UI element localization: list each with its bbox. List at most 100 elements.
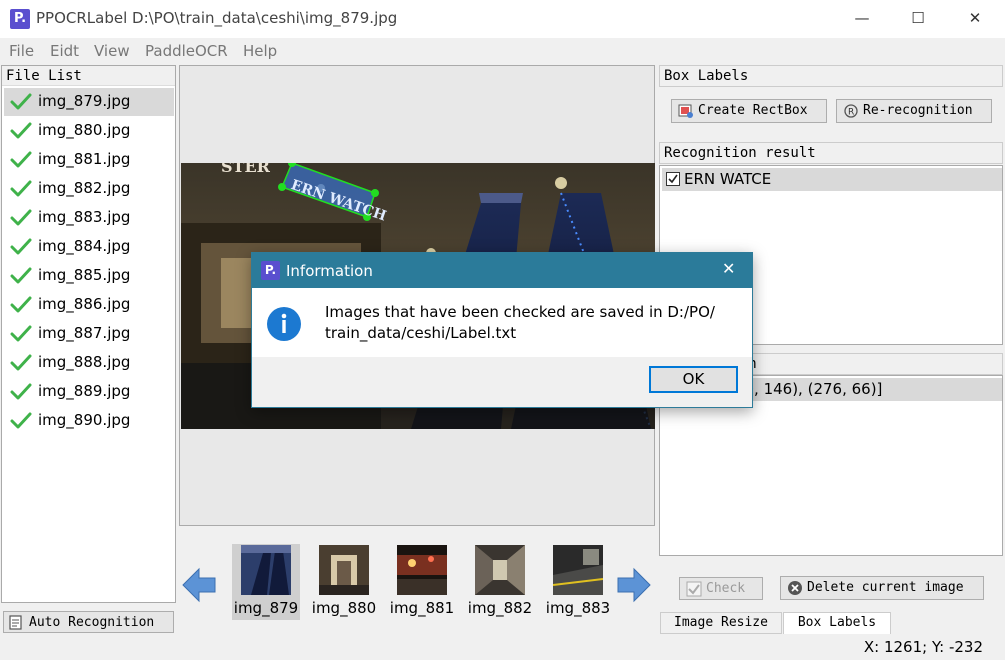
checkbox-checked-icon[interactable] [666, 172, 680, 186]
checkmark-icon [10, 354, 32, 371]
thumbnail-img-883[interactable]: img_883 [544, 544, 612, 620]
previous-arrow-icon[interactable] [181, 567, 217, 603]
recognition-text: ERN WATCE [684, 170, 772, 188]
file-list-item[interactable]: img_882.jpg [4, 175, 174, 203]
checkmark-icon [10, 383, 32, 400]
thumbnail-image [553, 545, 603, 595]
file-name: img_886.jpg [38, 295, 131, 313]
file-name: img_885.jpg [38, 266, 131, 284]
file-list-item[interactable]: img_890.jpg [4, 407, 174, 435]
menu-bar: File Eidt View PaddleOCR Help [0, 38, 1005, 64]
file-list-item[interactable]: img_883.jpg [4, 204, 174, 232]
thumbnail-img-879[interactable]: img_879 [232, 544, 300, 620]
checkmark-icon [10, 93, 32, 110]
checkmark-icon [10, 267, 32, 284]
window-title: PPOCRLabel D:\PO\train_data\ceshi\img_87… [36, 9, 398, 27]
menu-view[interactable]: View [94, 42, 130, 60]
auto-recognition-button[interactable]: Auto Recognition [3, 611, 174, 633]
cursor-position: X: 1261; Y: -232 [863, 638, 983, 656]
tab-image-resize[interactable]: Image Resize [660, 612, 782, 634]
list-item[interactable]: ERN WATCE [662, 168, 1002, 191]
next-arrow-icon[interactable] [616, 567, 652, 603]
menu-help[interactable]: Help [243, 42, 277, 60]
dialog-message-line-1: Images that have been checked are saved … [325, 303, 715, 321]
info-icon [267, 307, 301, 341]
thumbnail-label: img_883 [545, 599, 611, 617]
thumbnail-label: img_882 [467, 599, 533, 617]
thumbnail-image [241, 545, 291, 595]
information-dialog: P. Information ✕ Images that have been c… [251, 252, 753, 408]
file-name: img_879.jpg [38, 92, 131, 110]
maximize-icon[interactable]: ☐ [898, 4, 938, 32]
re-recognition-button[interactable]: R Re-recognition [836, 99, 992, 123]
ok-button[interactable]: OK [649, 366, 738, 393]
check-label: Check [706, 581, 746, 596]
file-list-item[interactable]: img_879.jpg [4, 88, 174, 116]
status-bar: X: 1261; Y: -232 [0, 636, 1005, 660]
create-rectbox-label: Create RectBox [698, 103, 808, 118]
dialog-message: Images that have been checked are saved … [325, 302, 735, 344]
check-icon [686, 581, 702, 597]
file-list-item[interactable]: img_884.jpg [4, 233, 174, 261]
tab-box-labels[interactable]: Box Labels [783, 612, 891, 634]
file-list-header: File List [2, 66, 175, 86]
file-name: img_888.jpg [38, 353, 131, 371]
thumbnail-label: img_881 [389, 599, 455, 617]
file-list-item[interactable]: img_880.jpg [4, 117, 174, 145]
file-name: img_884.jpg [38, 237, 131, 255]
check-button[interactable]: Check [679, 577, 763, 600]
dialog-title: Information [286, 262, 373, 280]
checkmark-icon [10, 180, 32, 197]
create-rectbox-icon [678, 104, 693, 118]
file-name: img_882.jpg [38, 179, 131, 197]
checkmark-icon [10, 151, 32, 168]
file-list-item[interactable]: img_888.jpg [4, 349, 174, 377]
menu-file[interactable]: File [9, 42, 34, 60]
box-labels-header: Box Labels [659, 65, 1003, 87]
file-list-panel: File List img_879.jpg img_880.jpg img_881.… [1, 65, 176, 603]
file-name: img_887.jpg [38, 324, 131, 342]
thumbnail-label: img_879 [233, 599, 299, 617]
re-recognition-icon: R [844, 104, 858, 118]
file-name: img_889.jpg [38, 382, 131, 400]
recognition-result-header: Recognition result [659, 142, 1003, 164]
thumbnail-image [397, 545, 447, 595]
delete-icon [788, 581, 802, 595]
menu-paddleocr[interactable]: PaddleOCR [145, 42, 228, 60]
checkmark-icon [10, 412, 32, 429]
dialog-app-icon: P. [261, 261, 280, 280]
checkmark-icon [10, 209, 32, 226]
thumbnail-label: img_880 [311, 599, 377, 617]
thumbnail-img-881[interactable]: img_881 [388, 544, 456, 620]
file-name: img_881.jpg [38, 150, 131, 168]
file-list-item[interactable]: img_889.jpg [4, 378, 174, 406]
file-list-item[interactable]: img_885.jpg [4, 262, 174, 290]
auto-recognition-icon [9, 615, 22, 630]
create-rectbox-button[interactable]: Create RectBox [671, 99, 827, 123]
file-list-item[interactable]: img_881.jpg [4, 146, 174, 174]
thumbnail-img-880[interactable]: img_880 [310, 544, 378, 620]
dialog-close-icon[interactable]: ✕ [722, 259, 735, 278]
svg-text:R: R [848, 108, 854, 118]
delete-label: Delete current image [807, 580, 964, 595]
title-bar: P. PPOCRLabel D:\PO\train_data\ceshi\img… [0, 0, 1005, 38]
checkmark-icon [10, 296, 32, 313]
dialog-body: Images that have been checked are saved … [252, 288, 752, 357]
menu-edit[interactable]: Eidt [50, 42, 79, 60]
thumbnail-image [319, 545, 369, 595]
file-list-item[interactable]: img_887.jpg [4, 320, 174, 348]
close-icon[interactable]: ✕ [955, 4, 995, 32]
thumbnail-image [475, 545, 525, 595]
re-recognition-label: Re-recognition [863, 103, 973, 118]
checkmark-icon [10, 122, 32, 139]
auto-recognition-label: Auto Recognition [29, 615, 155, 630]
dialog-title-bar: P. Information ✕ [252, 253, 752, 288]
file-name: img_890.jpg [38, 411, 131, 429]
file-name: img_883.jpg [38, 208, 131, 226]
app-logo-icon: P. [10, 9, 30, 29]
file-list-item[interactable]: img_886.jpg [4, 291, 174, 319]
thumbnail-img-882[interactable]: img_882 [466, 544, 534, 620]
delete-current-image-button[interactable]: Delete current image [780, 576, 984, 600]
checkmark-icon [10, 325, 32, 342]
minimize-icon[interactable]: — [842, 4, 882, 32]
